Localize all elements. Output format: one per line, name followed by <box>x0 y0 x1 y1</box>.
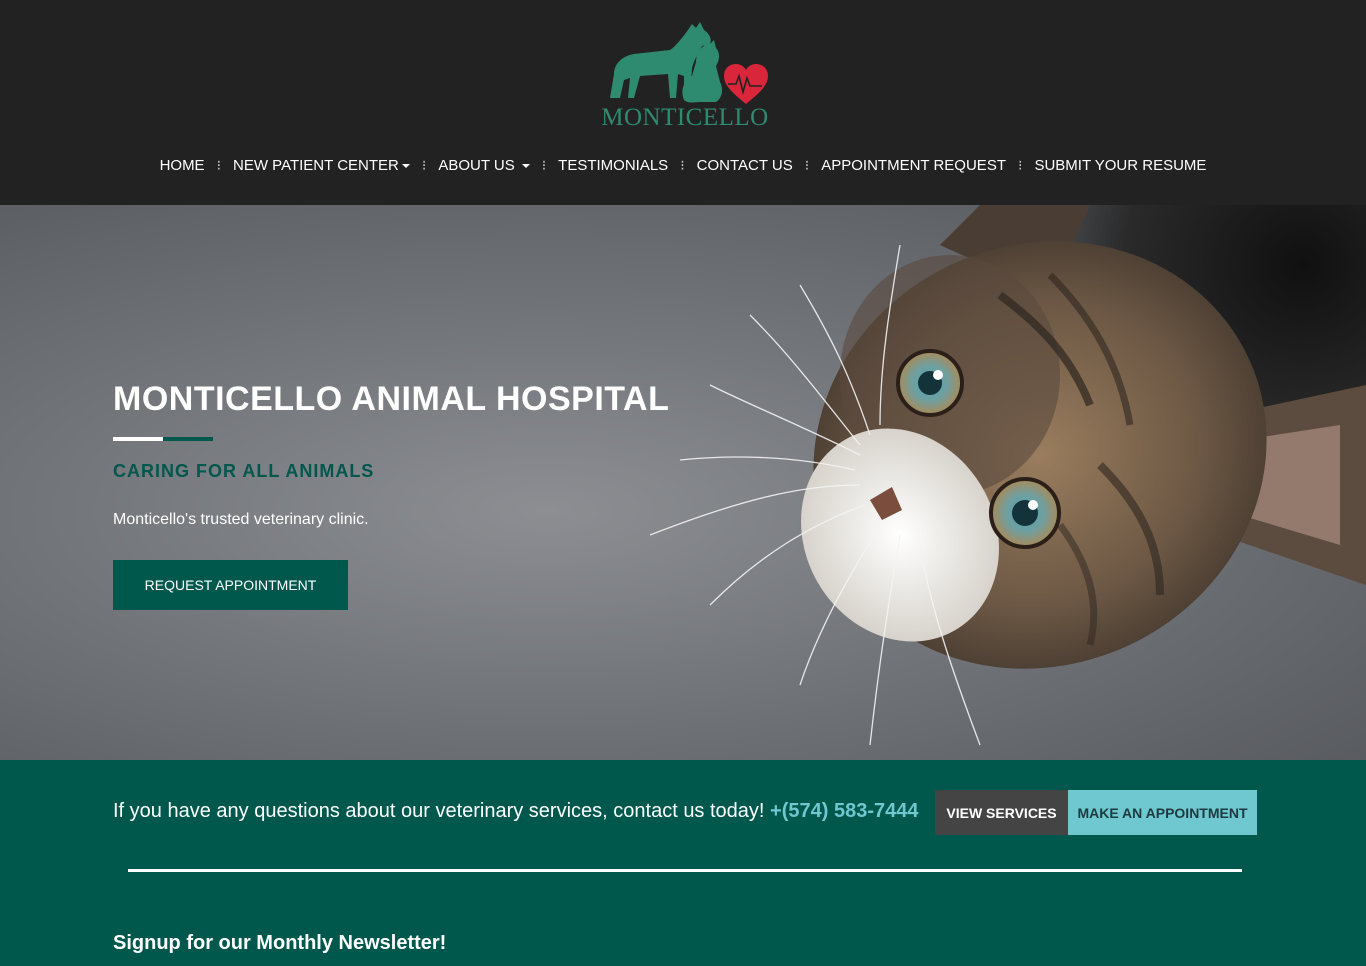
logo[interactable]: MONTICELLO <box>600 18 770 131</box>
nav-testimonials[interactable]: TESTIMONIALS <box>558 157 668 174</box>
make-appointment-button[interactable]: MAKE AN APPOINTMENT <box>1068 790 1257 835</box>
nav-about-us-label: ABOUT US <box>438 156 515 174</box>
request-appointment-button[interactable]: REQUEST APPOINTMENT <box>113 560 348 610</box>
nav-separator: ⁝ <box>680 157 685 173</box>
contact-cta: If you have any questions about our vete… <box>0 760 1366 966</box>
chevron-down-icon <box>401 163 410 168</box>
hero-description: Monticello's trusted veterinary clinic. <box>113 511 369 528</box>
nav-separator: ⁝ <box>421 157 427 173</box>
nav-appointment-request[interactable]: APPOINTMENT REQUEST <box>821 157 1006 174</box>
chevron-down-icon <box>521 163 530 168</box>
main-nav: HOME ⁝ NEW PATIENT CENTER ⁝ ABOUT US ⁝ T… <box>0 154 1366 176</box>
nav-submit-resume-label: SUBMIT YOUR RESUME <box>1034 156 1207 174</box>
nav-home[interactable]: HOME <box>160 157 205 174</box>
nav-separator: ⁝ <box>216 157 222 173</box>
hero-banner: MONTICELLO ANIMAL HOSPITAL CARING FOR AL… <box>0 205 1366 760</box>
nav-separator: ⁝ <box>1017 157 1023 173</box>
nav-new-patient-center-label: NEW PATIENT CENTER <box>233 156 399 174</box>
hero-divider-accent <box>163 437 213 441</box>
cta-message: If you have any questions about our vete… <box>113 800 765 822</box>
phone-link[interactable]: +(574) 583-7444 <box>770 800 918 822</box>
nav-testimonials-label: TESTIMONIALS <box>558 156 669 174</box>
nav-submit-resume[interactable]: SUBMIT YOUR RESUME <box>1034 157 1206 174</box>
nav-about-us[interactable]: ABOUT US <box>438 156 530 174</box>
cta-text: If you have any questions about our vete… <box>113 800 919 823</box>
hero-subtitle: CARING FOR ALL ANIMALS <box>113 461 375 481</box>
pet-silhouette-logo-icon <box>610 22 768 104</box>
nav-separator: ⁝ <box>541 157 547 173</box>
section-divider <box>128 869 1242 872</box>
nav-separator: ⁝ <box>804 157 810 173</box>
nav-contact-us-label: CONTACT US <box>696 156 793 174</box>
newsletter-heading: Signup for our Monthly Newsletter! <box>113 932 447 954</box>
view-services-button[interactable]: VIEW SERVICES <box>935 790 1068 835</box>
kitten-photo <box>649 205 1366 746</box>
nav-new-patient-center[interactable]: NEW PATIENT CENTER <box>233 157 410 174</box>
nav-appointment-request-label: APPOINTMENT REQUEST <box>821 156 1006 174</box>
hero-title: MONTICELLO ANIMAL HOSPITAL <box>113 380 670 418</box>
site-header: MONTICELLO HOME ⁝ NEW PATIENT CENTER ⁝ A… <box>0 0 1366 205</box>
nav-contact-us[interactable]: CONTACT US <box>697 157 793 174</box>
hero-divider <box>113 437 163 441</box>
nav-home-label: HOME <box>159 156 205 174</box>
logo-wordmark: MONTICELLO <box>601 104 769 131</box>
